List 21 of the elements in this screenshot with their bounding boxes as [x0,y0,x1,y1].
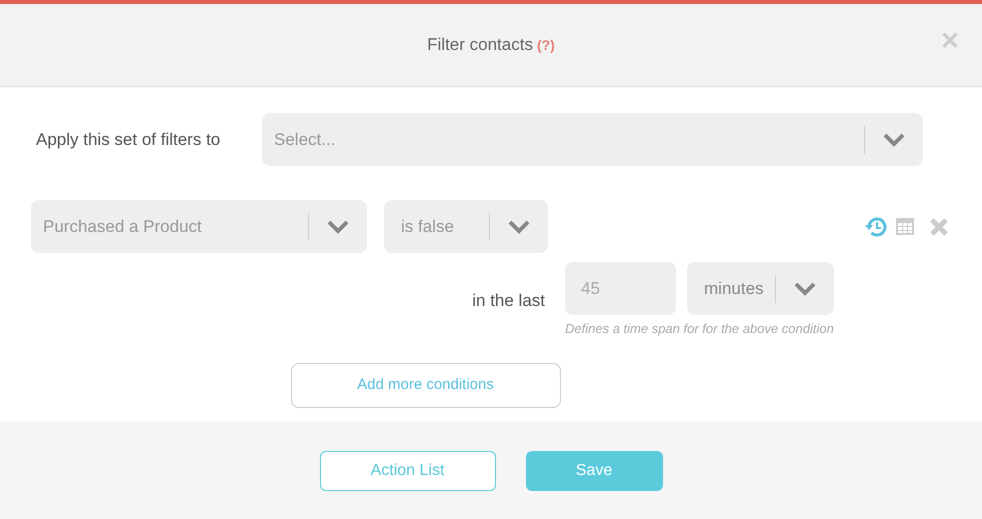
field-label: Apply this set of filters to [36,128,222,151]
chevron-down-icon [508,220,530,234]
amount-field[interactable]: 45 [565,262,676,315]
operator-select[interactable]: is false [384,200,548,253]
target-select[interactable]: Select... [262,113,923,166]
dialog-title: Filter contacts [427,34,533,56]
remove-icon[interactable] [929,216,949,236]
save-button[interactable]: Save [526,450,662,490]
chevron-down-icon [883,132,905,146]
calendar-icon[interactable] [895,217,915,236]
field-select[interactable]: Purchased a Product [31,200,367,253]
chevron-down-icon [327,220,349,234]
field-hint: Defines a time span for for the above condition [565,320,834,338]
action-list-button[interactable]: Action List [320,450,496,490]
unit-select[interactable]: minutes [687,262,834,315]
chevron-down-icon [794,282,816,296]
timespan-label: in the last [472,290,545,312]
help-link[interactable]: (?) [536,34,555,56]
history-icon[interactable] [865,216,887,236]
add-conditions-button[interactable]: Add more conditions [290,362,560,408]
close-button[interactable]: ✕ [940,30,960,54]
